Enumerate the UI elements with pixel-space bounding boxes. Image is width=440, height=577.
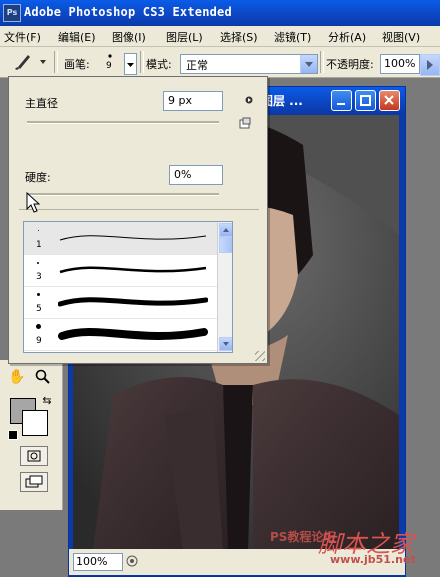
menu-file[interactable]: 文件(F) [4,29,41,45]
brush-stroke-preview [59,266,207,274]
menu-analysis[interactable]: 分析(A) [328,29,366,45]
zoom-tool-icon[interactable] [34,368,52,386]
app-title: Adobe Photoshop CS3 Extended [24,5,232,19]
hardness-value: 0% [174,168,192,181]
save-brush-icon[interactable] [239,117,251,129]
brush-tip-icon [36,324,41,329]
minimize-icon [337,103,345,105]
opacity-label: 不透明度: [326,58,374,71]
close-button[interactable] [379,90,400,111]
brush-size: 3 [36,272,42,282]
diameter-slider[interactable] [27,121,219,124]
brush-item-9[interactable]: 9 [24,318,218,351]
chevron-right-icon [427,60,433,70]
brush-picker-dropdown[interactable] [124,53,137,75]
resize-grip[interactable] [255,351,265,361]
menu-bar: 文件(F) 编辑(E) 图像(I) 图层(L) 选择(S) 滤镜(T) 分析(A… [0,26,440,47]
brush-size: 9 [36,336,42,346]
chevron-down-icon [223,342,229,346]
brush-menu-button[interactable] [245,94,253,104]
menu-view[interactable]: 视图(V) [382,29,420,45]
opacity-slider-button[interactable] [420,54,440,76]
hand-tool-icon[interactable]: ✋ [8,368,26,386]
brush-stroke-preview [58,328,208,340]
background-color-swatch[interactable] [22,410,48,436]
scroll-down-button[interactable] [219,337,232,351]
close-icon [384,95,394,105]
flyout-menu-icon [245,96,253,104]
mode-label: 模式: [146,58,172,71]
brush-tip-icon [37,262,39,264]
brush-tip-icon [37,293,40,296]
brush-tool-preset[interactable] [4,50,48,72]
default-colors-icon[interactable] [8,430,18,440]
maximize-button[interactable] [355,90,376,111]
diameter-label: 主直径 [25,97,58,110]
brush-size: 5 [36,304,42,314]
mode-dropdown-button[interactable] [300,55,317,73]
maximize-icon [360,95,371,106]
divider [19,209,259,210]
brush-preset-picker: 主直径 9 px 硬度: 0% 1 3 5 9 [8,76,268,364]
brush-item-5[interactable]: 5 [24,286,218,319]
brush-list-scrollbar[interactable] [217,222,232,352]
magnifier-icon [35,369,50,384]
separator [320,51,324,73]
screen-mode-icon [25,475,43,488]
photoshop-logo-icon: Ps [3,4,21,22]
scroll-thumb[interactable] [219,237,232,253]
separator [140,51,144,73]
chevron-down-icon [305,62,313,67]
brush-size: 1 [36,240,42,250]
menu-image[interactable]: 图像(I) [112,29,146,45]
brush-item-3[interactable]: 3 [24,254,218,287]
quick-mask-button[interactable] [20,446,48,466]
brush-tool-icon [15,55,46,70]
separator [54,51,58,73]
toolbox: ✋ ⇆ [0,360,63,510]
brush-stroke-preview [59,235,207,241]
hardness-label: 硬度: [25,171,51,184]
menu-layer[interactable]: 图层(L) [166,29,203,45]
brush-label: 画笔: [64,58,90,71]
swap-colors-icon[interactable]: ⇆ [38,392,56,410]
brush-list[interactable]: 1 3 5 9 [23,221,233,353]
status-info-icon[interactable] [125,554,139,568]
watermark-url: www.jb51.net [330,553,416,566]
app-titlebar: Ps Adobe Photoshop CS3 Extended [0,0,440,26]
brush-tip-icon [38,230,39,231]
brush-size-preview[interactable]: 9 [98,50,122,74]
mode-select[interactable]: 正常 [180,54,318,74]
opacity-input[interactable]: 100% [380,54,420,74]
mode-value: 正常 [186,59,208,72]
screen-mode-button[interactable] [20,472,48,492]
opacity-value: 100% [384,57,416,70]
scroll-up-button[interactable] [219,223,232,237]
diameter-value: 9 px [168,94,192,107]
menu-select[interactable]: 选择(S) [220,29,258,45]
minimize-button[interactable] [331,90,352,111]
zoom-value: 100% [76,555,108,568]
hardness-slider[interactable] [27,193,219,196]
brush-stroke-preview [58,297,208,307]
hardness-input[interactable]: 0% [169,165,223,185]
mouse-cursor-icon [26,192,41,213]
zoom-input[interactable]: 100% [73,553,123,571]
brush-size-value: 9 [106,61,112,71]
menu-edit[interactable]: 编辑(E) [58,29,96,45]
diameter-input[interactable]: 9 px [163,91,223,111]
quick-mask-icon [27,450,41,462]
chevron-down-icon [127,63,134,67]
chevron-up-icon [223,228,229,232]
brush-item-1[interactable]: 1 [24,222,218,255]
menu-filter[interactable]: 滤镜(T) [274,29,311,45]
